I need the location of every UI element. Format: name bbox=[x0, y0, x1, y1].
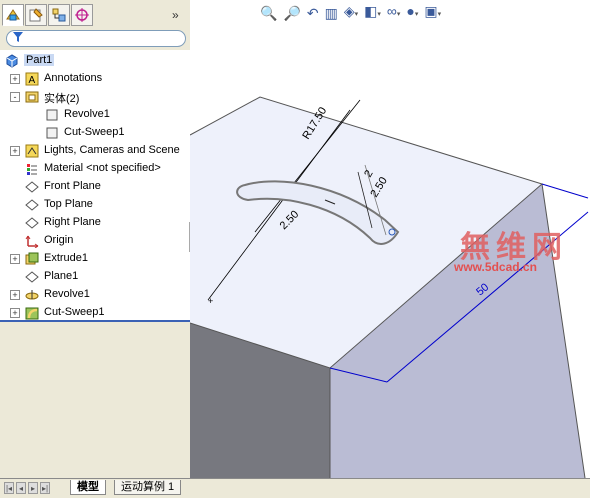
expand-icon[interactable]: + bbox=[10, 308, 20, 318]
rollback-bar[interactable] bbox=[0, 320, 190, 322]
extrude-icon bbox=[24, 251, 40, 267]
previous-view-icon[interactable]: ↶ bbox=[307, 4, 319, 22]
next-tab-icon[interactable]: ▸ bbox=[28, 482, 38, 494]
tree-item-label: Top Plane bbox=[44, 198, 93, 210]
tab-model[interactable]: 模型 bbox=[70, 480, 106, 495]
tree-item-label: Origin bbox=[44, 234, 74, 246]
plane-icon bbox=[24, 197, 40, 213]
funnel-icon bbox=[13, 32, 23, 46]
section-view-icon[interactable]: ▥ bbox=[325, 4, 338, 22]
origin-icon bbox=[24, 233, 40, 249]
tree-item-label: Plane1 bbox=[44, 270, 79, 282]
tree-item-label: Part1 bbox=[24, 54, 55, 66]
expand-icon[interactable]: + bbox=[10, 146, 20, 156]
tree-item-label: Cut-Sweep1 bbox=[44, 306, 105, 318]
first-tab-icon[interactable]: |◂ bbox=[4, 482, 14, 494]
lights-icon bbox=[24, 143, 40, 159]
tree-item-label: Revolve1 bbox=[44, 288, 90, 300]
expand-icon[interactable]: + bbox=[10, 290, 20, 300]
edit-appearance-icon[interactable]: ●▾ bbox=[406, 2, 418, 24]
expand-icon[interactable]: + bbox=[10, 74, 20, 84]
expand-icon[interactable]: + bbox=[10, 254, 20, 264]
dim-xpert-tab-icon[interactable] bbox=[71, 4, 93, 26]
tree-item-label: Annotations bbox=[44, 72, 103, 84]
svg-text:A: A bbox=[29, 75, 36, 86]
property-manager-tab-icon[interactable] bbox=[25, 4, 47, 26]
tree-item-label: 实体(2) bbox=[44, 93, 80, 105]
plane-icon bbox=[24, 269, 40, 285]
plane-icon bbox=[24, 215, 40, 231]
cut-sweep-icon bbox=[24, 305, 40, 321]
svg-text:+: + bbox=[208, 296, 213, 306]
body-icon bbox=[44, 125, 60, 141]
zoom-to-fit-icon[interactable]: 🔍 bbox=[260, 4, 277, 22]
tree-item-label: Cut-Sweep1 bbox=[64, 126, 125, 138]
configuration-manager-tab-icon[interactable] bbox=[48, 4, 70, 26]
material-icon bbox=[24, 161, 40, 177]
tree-item-label: Right Plane bbox=[44, 216, 101, 228]
heads-up-toolbar: 🔍 🔎 ↶ ▥ ◈▾ ◧▾ ∞▾ ●▾ ▣▾ bbox=[260, 2, 441, 24]
annotations-icon: A bbox=[24, 71, 40, 87]
tab-motion-study[interactable]: 运动算例 1 bbox=[114, 480, 182, 495]
manager-tabs bbox=[2, 4, 93, 28]
graphics-area[interactable]: R17.50 2.50 2.50 2 50 + 🔍 🔎 ↶ ▥ ◈▾ ◧▾ ∞▾… bbox=[190, 0, 590, 478]
feature-manager-panel: » Part1 + A Annotations - 实体(2) Revolve1 Cut-Sw… bbox=[0, 0, 191, 478]
tree-item-label: Lights, Cameras and Scene bbox=[44, 144, 180, 156]
body-icon bbox=[44, 107, 60, 123]
display-style-icon[interactable]: ◧▾ bbox=[364, 2, 381, 24]
tree-item-label: Revolve1 bbox=[64, 108, 110, 120]
collapse-icon[interactable]: - bbox=[10, 92, 20, 102]
plane-icon bbox=[24, 179, 40, 195]
feature-manager-tab-icon[interactable] bbox=[2, 4, 24, 26]
apply-scene-icon[interactable]: ▣▾ bbox=[424, 2, 441, 24]
solid-bodies-icon bbox=[24, 89, 40, 105]
view-orientation-icon[interactable]: ◈▾ bbox=[344, 2, 358, 24]
hide-show-items-icon[interactable]: ∞▾ bbox=[387, 2, 401, 24]
zoom-to-area-icon[interactable]: 🔎 bbox=[283, 4, 300, 22]
part-icon bbox=[4, 53, 20, 69]
collapse-chevron-icon[interactable]: » bbox=[172, 8, 179, 22]
bottom-tab-strip: |◂ ◂ ▸ ▸| 模型 运动算例 1 bbox=[0, 478, 590, 498]
revolve-icon bbox=[24, 287, 40, 303]
tree-item-label: Front Plane bbox=[44, 180, 101, 192]
tree-item-label: Extrude1 bbox=[44, 252, 89, 264]
prev-tab-icon[interactable]: ◂ bbox=[16, 482, 26, 494]
filter-input[interactable] bbox=[6, 30, 186, 47]
feature-tree: Part1 + A Annotations - 实体(2) Revolve1 Cut-Swee… bbox=[0, 50, 190, 322]
tree-item-label: Material <not specified> bbox=[44, 162, 161, 174]
last-tab-icon[interactable]: ▸| bbox=[40, 482, 50, 494]
watermark-url: www.5dcad.cn bbox=[454, 260, 537, 274]
